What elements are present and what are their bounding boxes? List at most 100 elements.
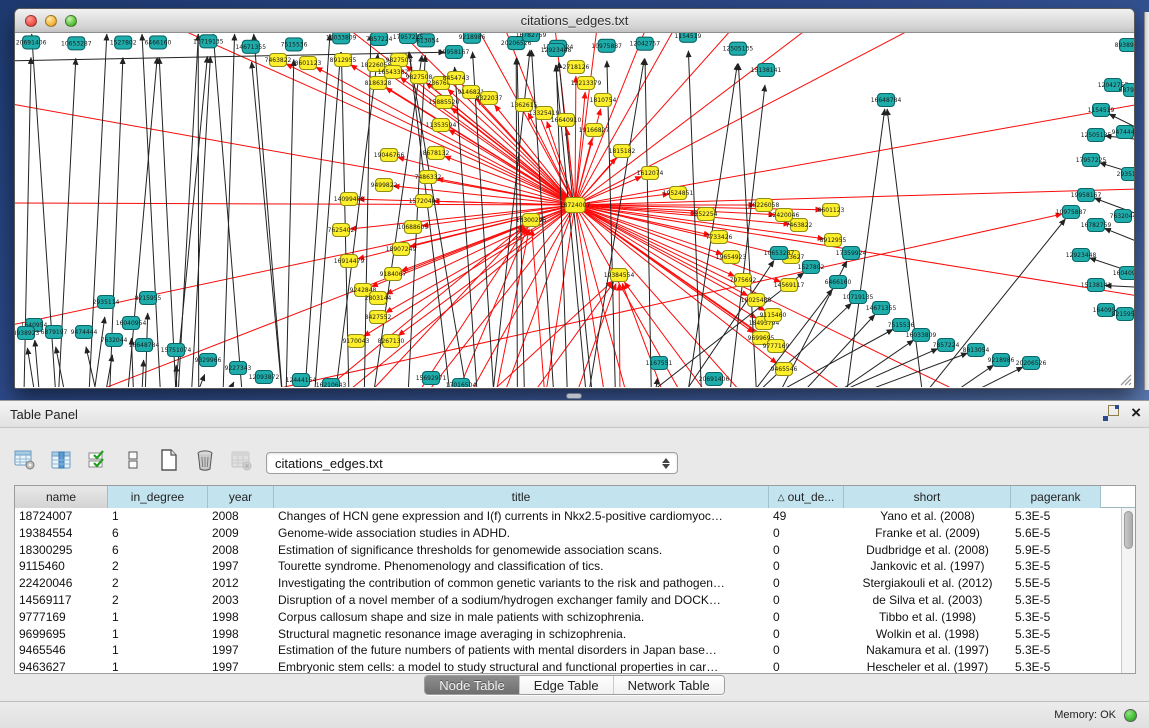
table-row[interactable]: 1938455462009Genome-wide association stu… [15, 525, 1121, 542]
column-header-out_de[interactable]: △out_de... [769, 486, 844, 508]
table-row[interactable]: 1456911722003Disruption of a novel membe… [15, 592, 1121, 609]
network-node-teal[interactable]: 16040954 [116, 317, 147, 330]
new-file-icon[interactable] [158, 448, 180, 472]
network-node-yellow[interactable]: 8912955 [330, 54, 357, 67]
tab-edge-table[interactable]: Edge Table [520, 676, 614, 694]
column-header-name[interactable]: name [15, 486, 108, 508]
vertical-scrollbar[interactable] [1121, 508, 1135, 673]
network-node-teal[interactable]: 9218986 [459, 33, 486, 43]
network-node-teal[interactable]: 16040954 [1113, 267, 1134, 280]
network-node-teal[interactable]: 12505135 [723, 42, 754, 55]
table-row[interactable]: 1830029562008Estimation of significance … [15, 542, 1121, 559]
table-row[interactable]: 977716911998Corpus callosum shape and si… [15, 609, 1121, 626]
scrollbar-thumb[interactable] [1124, 511, 1133, 549]
network-node-teal[interactable]: 20691406 [16, 36, 47, 49]
network-node-yellow[interactable]: 10688609 [398, 221, 429, 234]
table-row[interactable]: 2242004622012Investigating the contribut… [15, 575, 1121, 592]
tab-network-table[interactable]: Network Table [614, 676, 724, 694]
network-node-teal[interactable]: 12093872 [249, 371, 280, 384]
resize-grip-icon[interactable] [1118, 372, 1132, 386]
network-node-teal[interactable]: 7632044 [101, 334, 128, 347]
network-node-teal[interactable]: 10719135 [843, 291, 874, 304]
network-node-yellow[interactable]: 9499822 [371, 179, 398, 192]
network-node-yellow[interactable]: 18226058 [749, 199, 780, 212]
network-node-teal[interactable]: 1154519 [675, 33, 702, 42]
network-node-yellow[interactable]: 19384554 [604, 269, 635, 282]
table-row[interactable]: 911546021997Tourette syndrome. Phenomeno… [15, 558, 1121, 575]
network-node-yellow[interactable]: 252254 [695, 208, 718, 221]
network-node-teal[interactable]: 9474444 [71, 326, 98, 339]
network-node-yellow[interactable]: 16914479 [334, 255, 365, 268]
network-node-teal[interactable]: 15138141 [1081, 279, 1112, 292]
network-node-yellow[interactable]: 19654923 [716, 251, 747, 264]
table-row[interactable]: 946362711997Embryonic stem cells: a mode… [15, 659, 1121, 673]
network-node-teal[interactable]: 7857224 [366, 33, 393, 45]
network-node-teal[interactable]: 10975887 [591, 39, 622, 52]
network-node-teal[interactable]: 10975887 [1056, 206, 1087, 219]
network-node-teal[interactable]: 6466160 [825, 276, 852, 289]
network-node-teal[interactable]: 1527802 [110, 36, 137, 49]
network-node-yellow[interactable]: 14099488 [334, 193, 365, 206]
network-node-yellow[interactable]: 8912955 [820, 234, 847, 247]
network-node-teal[interactable]: 15751074 [161, 344, 192, 357]
table-row[interactable]: 969969511998Structural magnetic resonanc… [15, 626, 1121, 643]
network-node-teal[interactable]: 20206526 [1016, 357, 1047, 370]
network-node-teal[interactable]: 16033809 [326, 33, 357, 44]
network-node-teal[interactable]: 17016504 [446, 379, 477, 388]
split-pane-handle[interactable] [566, 393, 582, 399]
network-node-teal[interactable]: 6466160 [145, 36, 172, 49]
zoom-window-button[interactable] [65, 15, 77, 27]
row-height-icon[interactable] [122, 448, 144, 472]
network-node-teal[interactable]: 14671355 [235, 40, 266, 53]
close-window-button[interactable] [25, 15, 37, 27]
network-node-teal[interactable]: 15138141 [751, 64, 782, 77]
table-settings-icon[interactable] [14, 448, 36, 472]
network-window-titlebar[interactable]: citations_edges.txt [15, 9, 1134, 33]
column-header-pagerank[interactable]: pagerank [1011, 486, 1101, 508]
network-node-yellow[interactable]: 8601123 [818, 204, 845, 217]
network-node-teal[interactable]: 17957225 [1076, 154, 1107, 167]
network-node-yellow[interactable]: 1612074 [637, 167, 664, 180]
network-node-teal[interactable]: 9218986 [988, 354, 1015, 367]
close-panel-icon[interactable]: × [1131, 405, 1141, 421]
select-rows-icon[interactable] [86, 448, 108, 472]
minimize-window-button[interactable] [45, 15, 57, 27]
network-node-yellow[interactable]: 10025488 [741, 294, 772, 307]
column-settings-icon[interactable] [50, 448, 72, 472]
network-node-teal[interactable]: 12923448 [1066, 249, 1097, 262]
table-row[interactable]: 1872400712008Changes of HCN gene express… [15, 508, 1121, 525]
network-node-teal[interactable]: 19958167 [439, 46, 470, 59]
network-node-yellow[interactable]: 7625402 [328, 224, 355, 237]
network-node-teal[interactable]: 8938923 [1115, 39, 1134, 52]
network-node-teal[interactable]: 16210643 [316, 379, 347, 388]
delete-trash-icon[interactable] [194, 448, 216, 472]
network-node-yellow[interactable]: 1815182 [609, 145, 636, 158]
network-node-teal[interactable]: 9227343 [225, 362, 252, 375]
network-node-yellow[interactable]: 1810754 [590, 94, 617, 107]
table-row[interactable]: 946554611997Estimation of the future num… [15, 642, 1121, 659]
column-header-short[interactable]: short [844, 486, 1011, 508]
network-node-yellow[interactable]: 2718126 [563, 61, 590, 74]
network-node-yellow[interactable]: 19046766 [374, 149, 405, 162]
network-node-teal[interactable]: 12444154 [286, 374, 317, 387]
network-node-teal[interactable]: 16648784 [129, 339, 160, 352]
column-header-title[interactable]: title [274, 486, 769, 508]
network-node-teal[interactable]: 17359924 [836, 247, 867, 260]
network-canvas[interactable]: 7463822860112389129551822605898275031654… [15, 33, 1134, 387]
network-node-yellow[interactable]: 11353594 [426, 119, 457, 132]
network-node-teal[interactable]: 7632044 [1110, 210, 1134, 223]
network-node-teal[interactable]: 16033809 [906, 329, 937, 342]
table-selector-dropdown[interactable]: citations_edges.txt [266, 452, 678, 474]
network-node-teal[interactable]: 14671355 [866, 302, 897, 315]
network-node-teal[interactable]: 1167551 [646, 357, 673, 370]
tab-node-table[interactable]: Node Table [425, 676, 520, 694]
float-panel-icon[interactable] [1103, 405, 1119, 421]
network-node-yellow[interactable]: 9184067 [380, 268, 407, 281]
network-node-teal[interactable]: 16648784 [871, 94, 902, 107]
column-header-year[interactable]: year [208, 486, 274, 508]
column-header-in_degree[interactable]: in_degree [108, 486, 208, 508]
network-node-teal[interactable]: 12042757 [630, 37, 661, 50]
network-node-teal[interactable]: 8813054 [963, 344, 990, 357]
network-node-teal[interactable]: 12505135 [1081, 129, 1112, 142]
network-node-teal[interactable]: 2935114 [1117, 168, 1134, 181]
